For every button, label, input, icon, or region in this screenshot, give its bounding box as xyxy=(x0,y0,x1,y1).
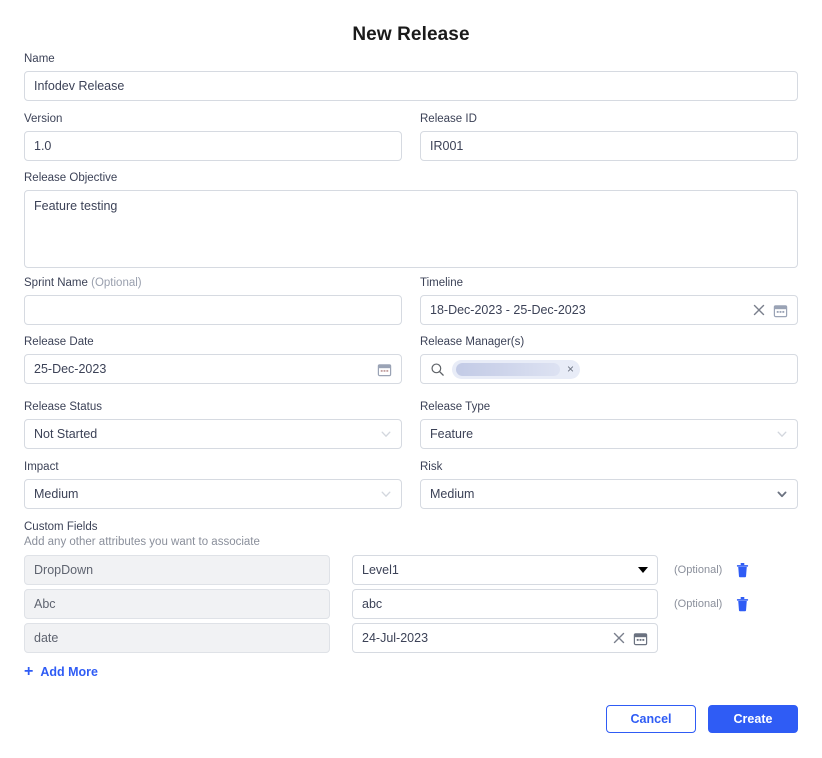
delete-icon[interactable] xyxy=(736,562,749,578)
custom-field-date-input[interactable]: 24-Jul-2023 xyxy=(352,623,658,653)
version-value: 1.0 xyxy=(34,139,392,153)
plus-icon: + xyxy=(24,664,33,680)
version-input[interactable]: 1.0 xyxy=(24,131,402,161)
field-release-date: Release Date 25-Dec-2023 xyxy=(24,335,402,384)
release-id-label: Release ID xyxy=(420,112,798,126)
custom-field-name-value: DropDown xyxy=(34,563,93,577)
release-status-value: Not Started xyxy=(34,427,380,441)
field-release-status: Release Status Not Started xyxy=(24,400,402,449)
delete-icon[interactable] xyxy=(736,596,749,612)
timeline-label: Timeline xyxy=(420,276,798,290)
add-more-button[interactable]: + Add More xyxy=(24,664,98,680)
field-release-id: Release ID IR001 xyxy=(420,112,798,161)
impact-value: Medium xyxy=(34,487,380,501)
release-type-value: Feature xyxy=(430,427,776,441)
clear-icon[interactable] xyxy=(752,303,766,317)
chip-remove-icon[interactable]: × xyxy=(567,363,574,375)
release-objective-label: Release Objective xyxy=(24,171,798,185)
redacted-value xyxy=(456,363,560,376)
custom-field-name-input[interactable]: Abc xyxy=(24,589,330,619)
field-risk: Risk Medium xyxy=(420,460,798,509)
custom-field-row: date 24-Jul-2023 xyxy=(24,623,732,653)
sprint-name-optional-text: (Optional) xyxy=(91,277,142,289)
name-value: Infodev Release xyxy=(34,79,788,93)
custom-field-row: Abc abc (Optional) xyxy=(24,589,749,619)
triangle-down-icon[interactable] xyxy=(638,567,648,573)
field-timeline: Timeline 18-Dec-2023 - 25-Dec-2023 xyxy=(420,276,798,325)
sprint-name-label: Sprint Name (Optional) xyxy=(24,276,402,290)
custom-field-name-value: date xyxy=(34,631,58,645)
field-version: Version 1.0 xyxy=(24,112,402,161)
risk-label: Risk xyxy=(420,460,798,474)
create-button[interactable]: Create xyxy=(708,705,798,733)
cancel-button[interactable]: Cancel xyxy=(606,705,696,733)
release-objective-value: Feature testing xyxy=(34,199,117,213)
custom-fields-subtitle: Add any other attributes you want to ass… xyxy=(24,536,260,548)
release-date-input[interactable]: 25-Dec-2023 xyxy=(24,354,402,384)
optional-label: (Optional) xyxy=(674,598,732,610)
field-name: Name Infodev Release xyxy=(24,52,798,101)
risk-select[interactable]: Medium xyxy=(420,479,798,509)
field-release-objective: Release Objective Feature testing xyxy=(24,171,798,268)
custom-field-text-input[interactable]: abc xyxy=(352,589,658,619)
calendar-icon[interactable] xyxy=(377,362,392,377)
field-release-type: Release Type Feature xyxy=(420,400,798,449)
release-date-value: 25-Dec-2023 xyxy=(34,362,377,376)
search-icon xyxy=(430,362,445,377)
sprint-name-label-text: Sprint Name xyxy=(24,277,88,289)
custom-field-dropdown[interactable]: Level1 xyxy=(352,555,658,585)
dialog-footer: Cancel Create xyxy=(606,705,798,733)
release-id-value: IR001 xyxy=(430,139,788,153)
timeline-value: 18-Dec-2023 - 25-Dec-2023 xyxy=(430,303,752,317)
custom-fields-header: Custom Fields Add any other attributes y… xyxy=(24,521,260,548)
page-title: New Release xyxy=(0,24,822,46)
chevron-down-icon[interactable] xyxy=(380,488,392,500)
field-release-manager: Release Manager(s) × xyxy=(420,335,798,384)
field-impact: Impact Medium xyxy=(24,460,402,509)
release-date-label: Release Date xyxy=(24,335,402,349)
calendar-icon[interactable] xyxy=(633,631,648,646)
custom-field-name-input[interactable]: DropDown xyxy=(24,555,330,585)
release-manager-label: Release Manager(s) xyxy=(420,335,798,349)
timeline-input[interactable]: 18-Dec-2023 - 25-Dec-2023 xyxy=(420,295,798,325)
custom-field-dropdown-value: Level1 xyxy=(362,563,638,577)
new-release-dialog: New Release Name Infodev Release Version… xyxy=(0,0,822,758)
add-more-label: Add More xyxy=(40,665,98,679)
custom-field-row: DropDown Level1 (Optional) xyxy=(24,555,749,585)
version-label: Version xyxy=(24,112,402,126)
custom-field-date-value: 24-Jul-2023 xyxy=(362,631,612,645)
chevron-down-icon[interactable] xyxy=(776,428,788,440)
chevron-down-icon[interactable] xyxy=(380,428,392,440)
release-status-label: Release Status xyxy=(24,400,402,414)
chevron-down-icon[interactable] xyxy=(776,488,788,500)
risk-value: Medium xyxy=(430,487,776,501)
name-label: Name xyxy=(24,52,798,66)
release-manager-chip[interactable]: × xyxy=(452,360,580,379)
release-objective-textarea[interactable]: Feature testing xyxy=(24,190,798,268)
sprint-name-input[interactable] xyxy=(24,295,402,325)
clear-icon[interactable] xyxy=(612,631,626,645)
name-input[interactable]: Infodev Release xyxy=(24,71,798,101)
release-type-select[interactable]: Feature xyxy=(420,419,798,449)
custom-field-name-input[interactable]: date xyxy=(24,623,330,653)
calendar-icon[interactable] xyxy=(773,303,788,318)
release-type-label: Release Type xyxy=(420,400,798,414)
custom-fields-title: Custom Fields xyxy=(24,521,260,533)
field-sprint-name: Sprint Name (Optional) xyxy=(24,276,402,325)
optional-label: (Optional) xyxy=(674,564,732,576)
impact-select[interactable]: Medium xyxy=(24,479,402,509)
release-id-input[interactable]: IR001 xyxy=(420,131,798,161)
custom-field-text-value: abc xyxy=(362,597,648,611)
custom-field-name-value: Abc xyxy=(34,597,56,611)
release-manager-input[interactable]: × xyxy=(420,354,798,384)
release-status-select[interactable]: Not Started xyxy=(24,419,402,449)
impact-label: Impact xyxy=(24,460,402,474)
